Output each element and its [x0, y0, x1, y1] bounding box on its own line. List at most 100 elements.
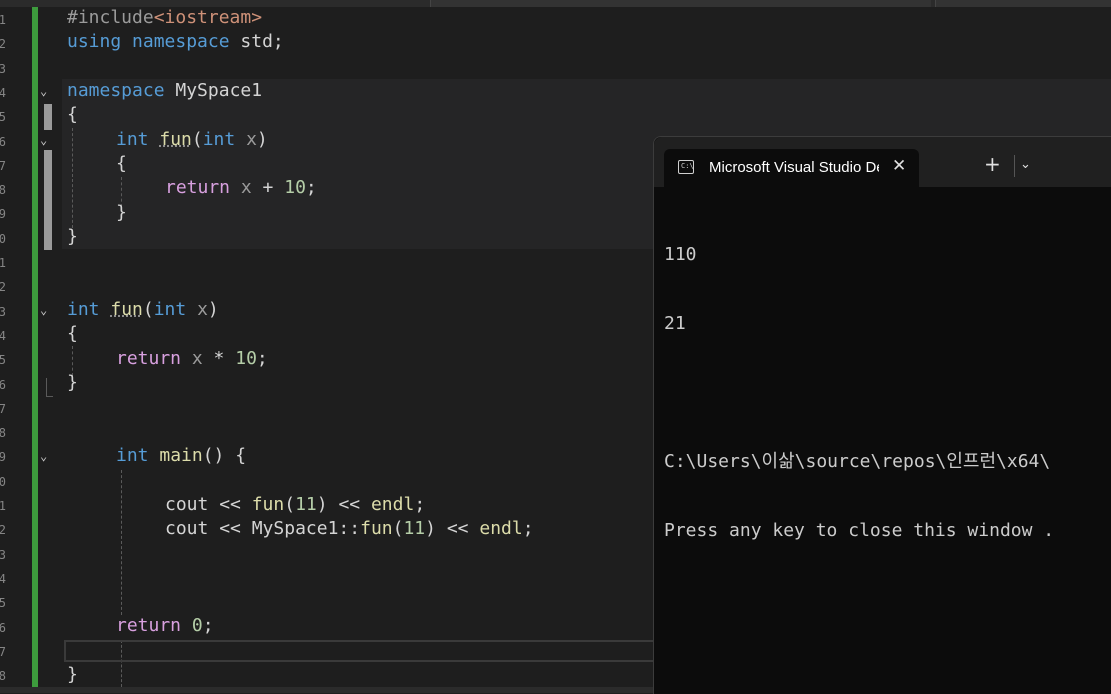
- paren: (: [392, 518, 404, 539]
- number-literal: 0: [191, 615, 203, 636]
- close-brace: }: [67, 226, 78, 247]
- close-icon[interactable]: ✕: [892, 156, 906, 176]
- code-line-6[interactable]: int fun(int x): [116, 128, 268, 152]
- line-number: 8: [0, 426, 6, 441]
- cout: cout: [165, 518, 209, 539]
- paren: (: [284, 494, 296, 515]
- terminal-output[interactable]: 110 21 C:\Users\이삶\source\repos\인프런\x64\…: [664, 197, 1111, 588]
- line-number: 9: [0, 450, 6, 465]
- code-line-26[interactable]: return 0;: [116, 614, 214, 638]
- line-number: 2: [0, 280, 6, 295]
- debug-console-window[interactable]: C:\ Microsoft Visual Studio Debug ✕ + ⌄ …: [653, 136, 1111, 694]
- type-keyword: int: [116, 445, 149, 466]
- function-name: fun: [159, 129, 192, 150]
- paren: ): [207, 299, 219, 320]
- line-number: 5: [0, 596, 6, 611]
- variable: x: [191, 348, 203, 369]
- line-number: 7: [0, 644, 6, 659]
- line-number: 3: [0, 547, 6, 562]
- close-brace: }: [67, 372, 78, 393]
- close-brace: }: [116, 202, 127, 223]
- open-brace: {: [116, 153, 127, 174]
- parameter: x: [197, 299, 208, 320]
- code-line-7[interactable]: {: [116, 152, 127, 176]
- scope-guide: [121, 470, 122, 615]
- line-number: 1: [0, 256, 6, 270]
- namespace-name: MySpace1: [251, 518, 339, 539]
- keyword: using: [67, 31, 122, 52]
- code-line-14[interactable]: {: [67, 322, 78, 346]
- top-tab-segment[interactable]: [430, 0, 931, 7]
- code-line-9[interactable]: }: [116, 201, 127, 225]
- scope-guide: [72, 128, 73, 228]
- code-line-5[interactable]: {: [67, 103, 78, 127]
- fold-chevron-icon[interactable]: ⌄: [40, 84, 54, 98]
- function-name: fun: [360, 518, 393, 539]
- code-line-2[interactable]: using namespace std;: [67, 30, 284, 54]
- console-icon: C:\: [678, 160, 694, 174]
- operator: *: [202, 348, 236, 369]
- changed-lines-indicator: [32, 7, 38, 687]
- number-literal: 10: [235, 348, 257, 369]
- type-keyword: int: [202, 129, 236, 150]
- line-number: 7: [0, 401, 6, 416]
- line-number: 1: [0, 499, 6, 513]
- return-keyword: return: [165, 177, 231, 198]
- line-number: 4: [0, 571, 6, 586]
- line-number: 0: [0, 474, 6, 489]
- line-number: 8: [0, 183, 6, 198]
- include-path: <iostream>: [153, 7, 263, 28]
- code-line-10[interactable]: }: [67, 225, 78, 249]
- close-brace: }: [67, 664, 78, 685]
- tab-separator: [1014, 155, 1015, 177]
- code-line-28[interactable]: }: [67, 663, 78, 687]
- semicolon: ;: [256, 348, 268, 369]
- fold-chevron-icon[interactable]: ⌄: [40, 133, 54, 147]
- line-number: 3: [0, 304, 6, 319]
- fold-chevron-icon[interactable]: ⌄: [40, 449, 54, 463]
- code-line-1[interactable]: #include<iostream>: [67, 6, 262, 30]
- terminal-output-line: 110: [664, 244, 697, 265]
- line-number: 8: [0, 669, 6, 684]
- line-number: 3: [0, 61, 6, 76]
- code-line-15[interactable]: return x * 10;: [116, 347, 268, 371]
- preprocessor-directive: #include: [67, 7, 154, 28]
- terminal-titlebar[interactable]: C:\ Microsoft Visual Studio Debug ✕ + ⌄: [654, 137, 1111, 187]
- namespace-name: MySpace1: [164, 80, 263, 101]
- new-tab-button[interactable]: +: [984, 154, 1001, 174]
- type-keyword: int: [67, 299, 100, 320]
- line-number: 6: [0, 377, 6, 392]
- line-number: 0: [0, 231, 6, 246]
- line-number: 6: [0, 620, 6, 635]
- semicolon: ;: [522, 518, 534, 539]
- line-number: 4: [0, 85, 6, 100]
- type-keyword: int: [116, 129, 149, 150]
- current-line-highlight: [64, 640, 664, 662]
- line-number: 2: [0, 523, 6, 538]
- keyword: namespace: [132, 31, 230, 52]
- paren: (: [191, 129, 203, 150]
- number-literal: 10: [284, 177, 306, 198]
- code-text: std;: [229, 31, 284, 52]
- number-literal: 11: [295, 494, 317, 515]
- code-text: () {: [202, 445, 247, 466]
- code-line-22[interactable]: cout << MySpace1::fun(11) << endl;: [165, 517, 534, 541]
- semicolon: ;: [305, 177, 317, 198]
- code-line-21[interactable]: cout << fun(11) << endl;: [165, 493, 425, 517]
- chevron-down-icon[interactable]: ⌄: [1020, 157, 1031, 172]
- code-line-4[interactable]: namespace MySpace1: [67, 79, 262, 103]
- return-keyword: return: [116, 348, 182, 369]
- terminal-tab[interactable]: C:\ Microsoft Visual Studio Debug ✕: [664, 149, 919, 187]
- fold-chevron-icon[interactable]: ⌄: [40, 303, 54, 317]
- line-number-gutter: 1 2 3 4 5 6 7 8 9 0 1 2 3 4 5 6 7 8 9 0 1 2 3 4 5 6 7 8: [0, 7, 32, 687]
- line-number: 1: [0, 13, 6, 27]
- line-number: 7: [0, 158, 6, 173]
- terminal-output-line: C:\Users\이삶\source\repos\인프런\x64\: [664, 451, 1051, 472]
- open-brace: {: [67, 323, 78, 344]
- code-line-19[interactable]: int main() {: [116, 444, 246, 468]
- code-line-8[interactable]: return x + 10;: [165, 176, 317, 200]
- top-tab-segment-right[interactable]: [935, 0, 1111, 7]
- code-line-13[interactable]: int fun(int x): [67, 298, 219, 322]
- paren: ): [256, 129, 268, 150]
- code-line-16[interactable]: }: [67, 371, 78, 395]
